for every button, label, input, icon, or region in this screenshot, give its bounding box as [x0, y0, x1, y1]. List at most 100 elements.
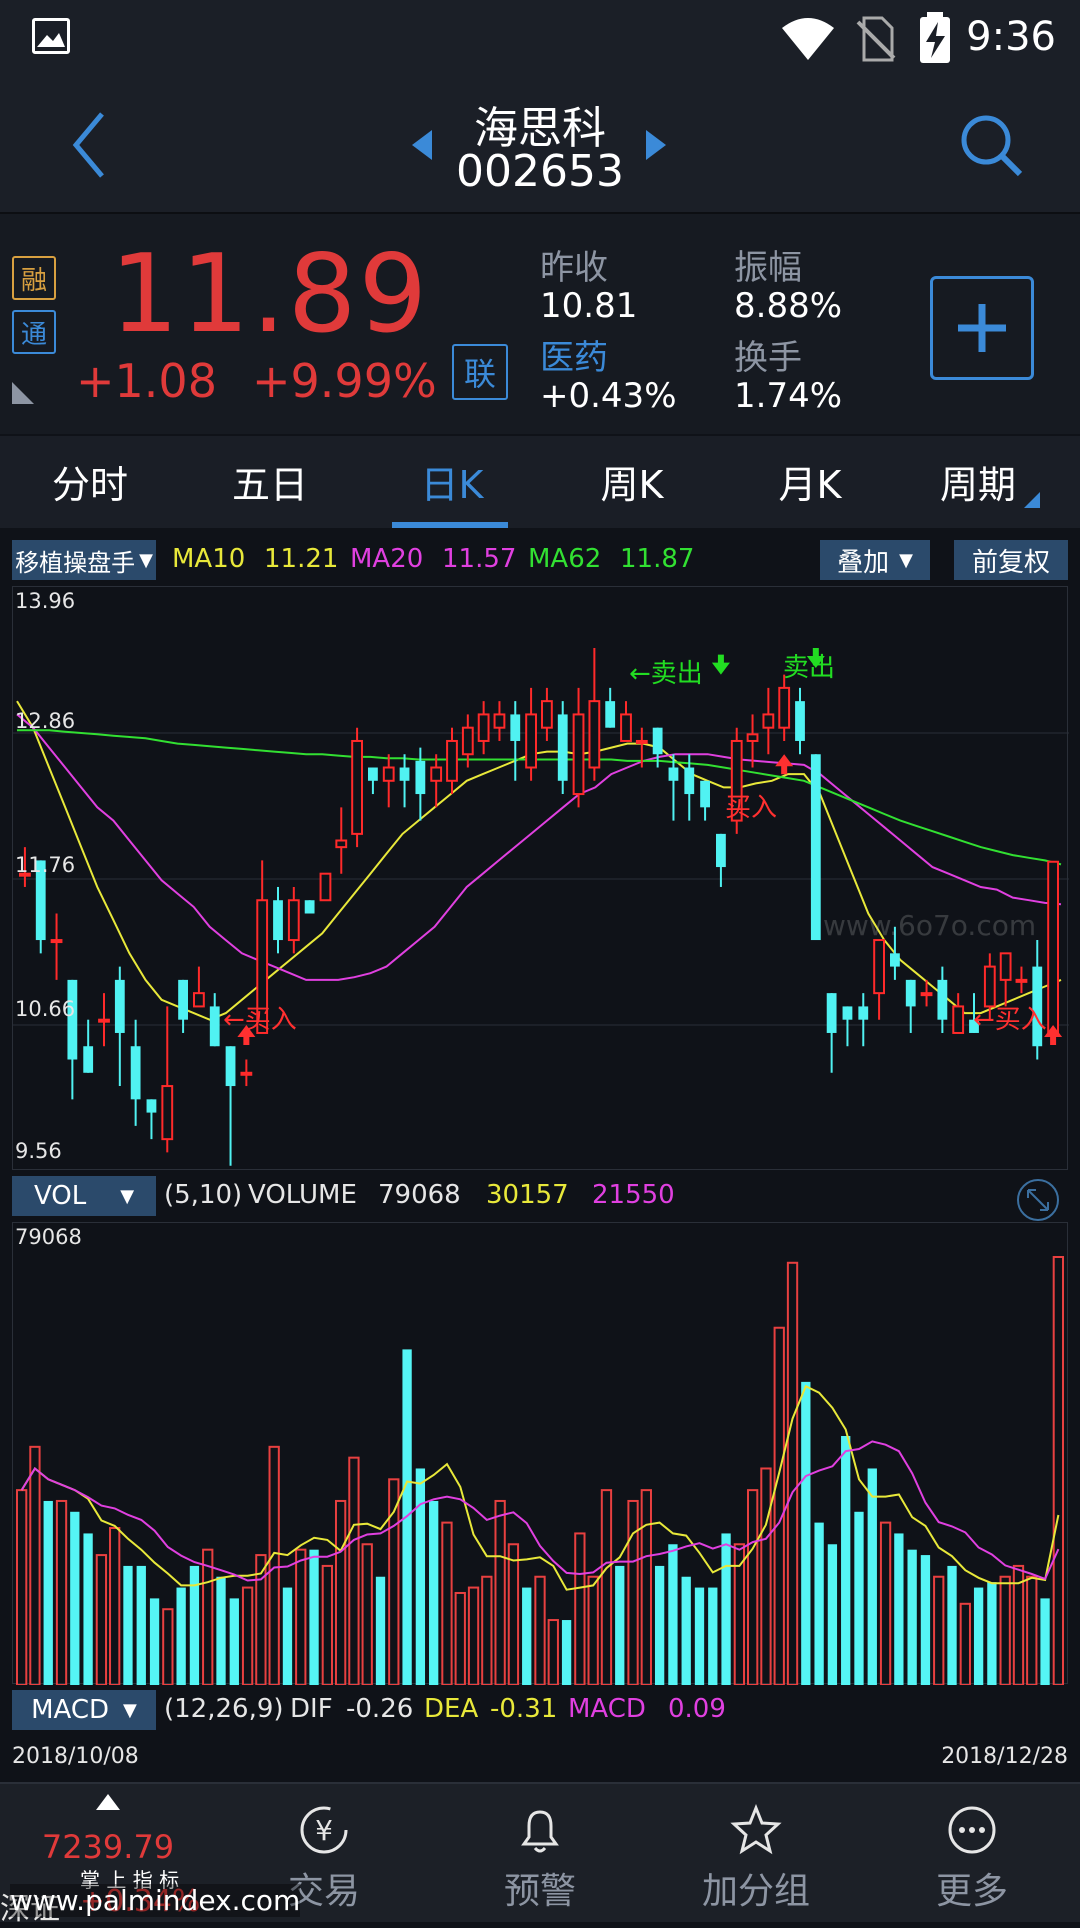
chart-watermark: www.6o7o.com [823, 909, 1037, 942]
volume-bar [454, 1591, 466, 1685]
kline-panel: 13.96 12.86 11.76 10.66 9.56 www.6o7o.co… [12, 586, 1069, 1170]
sector-label[interactable]: 医药 [540, 330, 608, 379]
candle-body [146, 1099, 157, 1113]
tab-daily-k[interactable]: 日K [372, 454, 532, 509]
connect-tag: 通 [12, 310, 56, 354]
volume-bar [321, 1564, 333, 1685]
plus-icon [958, 304, 1006, 352]
tab-intraday[interactable]: 分时 [10, 454, 170, 509]
volume-indicator-select[interactable]: VOL ▼ [12, 1176, 156, 1216]
volume-bar [1052, 1256, 1065, 1685]
volume-bar [654, 1565, 665, 1685]
bell-icon [521, 1810, 559, 1853]
period-tabs: 分时 五日 日K 周K 月K 周期 [0, 436, 1080, 528]
sell-signal: ←卖出 [629, 653, 703, 690]
volume-bar [481, 1575, 493, 1685]
candle-body [319, 872, 332, 902]
arrow-left-icon: ← [973, 1005, 995, 1035]
volume-bar [694, 1587, 705, 1685]
macd-select-label: MACD [31, 1695, 110, 1725]
candle-body [287, 899, 300, 942]
volume-bar [467, 1586, 480, 1685]
search-icon[interactable] [958, 112, 1024, 178]
candle-body [368, 767, 378, 781]
volume-bar [801, 1381, 811, 1685]
volume-value: 79068 [378, 1180, 461, 1210]
volume-bar [907, 1549, 917, 1685]
sell-arrow-icon [711, 654, 730, 675]
y-label-4: 10.66 [15, 997, 76, 1021]
volume-bar [70, 1511, 80, 1685]
volume-bar [760, 1467, 772, 1685]
candle-body [572, 713, 585, 796]
y-label-3: 11.76 [15, 853, 76, 877]
candle-body [50, 939, 63, 944]
buy-signal-label: 买入 [725, 793, 778, 823]
volume-select-label: VOL [33, 1181, 87, 1211]
add-to-watchlist-button[interactable] [930, 276, 1034, 380]
indicator-select[interactable]: 移植操盘手 ▼ [12, 540, 156, 580]
volume-bar [547, 1619, 559, 1685]
overlay-button[interactable]: 叠加 ▼ [820, 540, 930, 580]
nav-alert[interactable]: 预警 [432, 1784, 648, 1922]
next-stock-icon[interactable] [644, 130, 666, 160]
ma62-value: 11.87 [620, 544, 695, 574]
volume-bar [429, 1500, 439, 1685]
candle-body [684, 767, 695, 795]
yen-circle-icon: ¥ [300, 1806, 348, 1854]
volume-bar [123, 1565, 133, 1685]
arrow-left-icon: ← [223, 1005, 245, 1035]
candle-body [114, 979, 125, 1033]
volume-panel: 79068 [12, 1222, 1068, 1685]
volume-bar [708, 1587, 718, 1685]
volume-bar [229, 1598, 239, 1685]
volume-bar [933, 1575, 945, 1685]
overlay-button-label: 叠加 [837, 547, 890, 578]
nav-more[interactable]: 更多 [864, 1784, 1080, 1922]
volume-bar [241, 1586, 254, 1685]
chevron-down-icon: ▼ [139, 549, 153, 571]
volume-bar [507, 1543, 520, 1685]
volume-bar [149, 1598, 160, 1685]
nav-add-group[interactable]: 加分组 [648, 1784, 864, 1922]
volume-bar [1040, 1598, 1050, 1685]
amplitude-value: 8.88% [734, 286, 843, 326]
candle-body [937, 979, 948, 1020]
linked-tag[interactable]: 联 [452, 344, 508, 400]
volume-chart [15, 1256, 1065, 1685]
volume-bar [43, 1500, 53, 1685]
tab-monthly-k[interactable]: 月K [730, 454, 890, 509]
sell-signal-label: 卖出 [650, 659, 703, 689]
candle-body [161, 1085, 174, 1141]
turnover-value: 1.74% [734, 376, 843, 416]
volume-bar [441, 1521, 453, 1685]
volume-bar [202, 1548, 214, 1685]
status-bar: 9:36 [0, 0, 1080, 80]
candle-body [858, 1006, 869, 1020]
chevron-down-icon: ▼ [123, 1699, 137, 1721]
volume-bar [987, 1582, 997, 1685]
adjust-button[interactable]: 前复权 [954, 540, 1068, 580]
indicator-select-label: 移植操盘手 [15, 548, 136, 577]
candle-body [98, 1018, 110, 1023]
volume-bar [83, 1533, 93, 1685]
candle-body [999, 952, 1012, 981]
volume-bar [216, 1576, 226, 1685]
more-icon [948, 1806, 996, 1854]
date-end: 2018/12/28 [941, 1744, 1068, 1769]
chevron-down-icon: ▼ [120, 1185, 135, 1207]
candle-body [415, 760, 426, 795]
tab-five-day[interactable]: 五日 [190, 454, 350, 509]
period-dropdown-icon [1024, 492, 1040, 508]
candle-body [178, 979, 188, 1020]
ma20-value: 11.57 [442, 544, 517, 574]
macd-indicator-select[interactable]: MACD ▼ [12, 1690, 156, 1730]
quote-panel: 融 通 11.89 +1.08 +9.99% 联 昨收 10.81 医药 +0.… [0, 214, 1080, 434]
tab-weekly-k[interactable]: 周K [552, 454, 712, 509]
volume-bar [162, 1608, 174, 1685]
sell-signal: 卖出 [783, 647, 835, 684]
volume-params: (5,10) [164, 1180, 243, 1210]
fullscreen-icon[interactable] [1016, 1178, 1060, 1222]
kline-chart [13, 647, 1069, 1166]
candle-body [952, 1005, 965, 1034]
